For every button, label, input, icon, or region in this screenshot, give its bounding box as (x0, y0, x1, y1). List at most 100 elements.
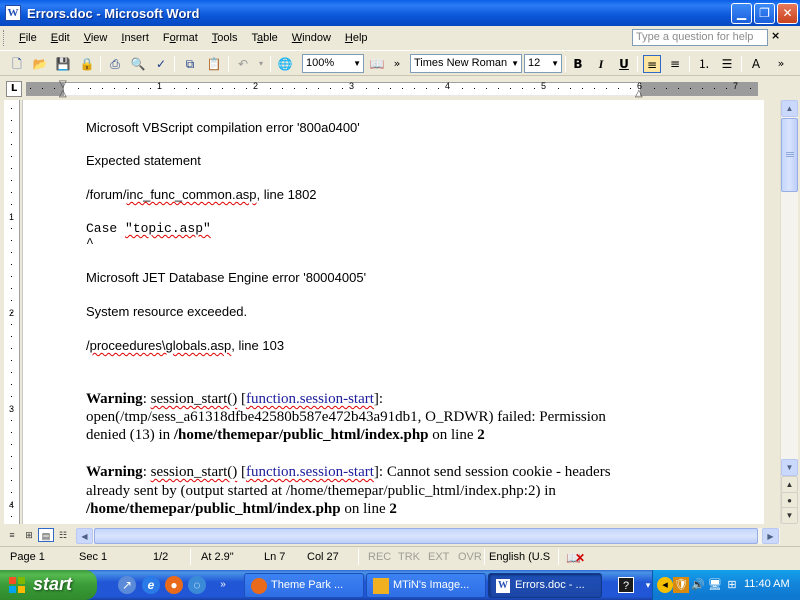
print-layout-icon[interactable]: ▤ (38, 528, 54, 542)
save-icon[interactable]: 💾 (54, 55, 72, 73)
spelling-icon[interactable]: ✓ (152, 55, 170, 73)
status-rec[interactable]: REC (368, 551, 391, 563)
next-page-icon[interactable]: ▼ (781, 507, 798, 524)
zoom-select[interactable]: 100% ▼ (302, 54, 364, 73)
underline-button[interactable]: U (615, 55, 633, 73)
scroll-up-icon[interactable]: ▲ (781, 100, 798, 117)
outline-view-icon[interactable]: ☷ (55, 528, 71, 542)
scroll-left-icon[interactable]: ◀ (76, 528, 93, 544)
toolbar-separator (689, 56, 690, 72)
print-preview-icon[interactable]: 🔍 (129, 55, 147, 73)
undo-icon[interactable]: ↶ (234, 55, 252, 73)
ruler-tick (114, 88, 115, 89)
start-button[interactable]: start (0, 570, 97, 600)
hyperlink-icon[interactable]: 🌐 (276, 55, 294, 73)
toolbar-separator (741, 56, 742, 72)
toolbar-overflow-icon[interactable]: » (772, 55, 790, 73)
shield-icon[interactable]: ◂ (657, 577, 673, 593)
bold-button[interactable]: B (569, 55, 587, 73)
menu-view[interactable]: View (77, 32, 115, 44)
title-bar[interactable]: W Errors.doc - Microsoft Word ▁ ❐ ✕ (0, 0, 800, 26)
messenger-icon[interactable]: ◌ (188, 576, 206, 594)
status-trk[interactable]: TRK (398, 551, 420, 563)
web-layout-icon[interactable]: ⊞ (21, 528, 37, 542)
read-mode-icon[interactable]: 📖 (368, 55, 386, 73)
internet-explorer-icon[interactable]: e (142, 576, 160, 594)
vertical-ruler[interactable]: 1 2 3 4 (4, 100, 20, 524)
close-document-icon[interactable]: × (771, 29, 780, 42)
menu-table[interactable]: Table (244, 32, 284, 44)
menu-grip[interactable] (3, 30, 6, 46)
font-size-select[interactable]: 12 ▼ (524, 54, 562, 73)
open-folder-icon[interactable]: 📂 (31, 55, 49, 73)
doc-line: Microsoft JET Database Engine error '800… (86, 270, 367, 285)
vertical-ruler-tick (11, 252, 12, 253)
document-area[interactable]: Microsoft VBScript compilation error '80… (22, 100, 764, 524)
right-indent-marker-icon[interactable]: △ (635, 88, 643, 99)
toolbar-overflow-icon[interactable]: » (388, 55, 406, 73)
italic-button[interactable]: I (592, 55, 610, 73)
paste-icon[interactable]: 📋 (205, 55, 223, 73)
word-app-icon[interactable]: W (5, 5, 21, 21)
doc-line: Expected statement (86, 153, 201, 168)
scroll-down-icon[interactable]: ▼ (781, 459, 798, 476)
status-ext[interactable]: EXT (428, 551, 449, 563)
clock[interactable]: 11:40 AM (744, 578, 790, 590)
show-desktop-icon[interactable]: ↗ (118, 576, 136, 594)
minimize-button[interactable]: ▁ (731, 3, 752, 24)
styles-icon[interactable]: A (747, 55, 765, 73)
function-link[interactable]: function.session-start (246, 464, 374, 480)
ask-question-input[interactable]: Type a question for help (632, 29, 768, 46)
taskbar-item-firefox[interactable]: Theme Park ... (244, 573, 364, 598)
print-icon[interactable]: ⎙ (106, 55, 124, 73)
vertical-ruler-number: 2 (9, 308, 15, 318)
taskbar-item-word[interactable]: W Errors.doc - ... (488, 573, 602, 598)
status-ovr[interactable]: OVR (458, 551, 482, 563)
bullets-icon[interactable]: ☰ (718, 55, 736, 73)
quicklaunch-overflow-icon[interactable]: » (214, 576, 232, 594)
ruler-tick (462, 88, 463, 89)
new-document-icon[interactable]: 🗋 (8, 55, 26, 73)
previous-page-icon[interactable]: ▲ (781, 476, 798, 493)
vertical-scroll-thumb[interactable] (781, 118, 798, 192)
font-name-select[interactable]: Times New Roman ▼ (410, 54, 522, 73)
permission-icon[interactable]: 🔒 (78, 55, 96, 73)
warning-line: /home/themepar/public_html/index.php on … (86, 501, 397, 517)
normal-view-icon[interactable]: ≡ (4, 528, 20, 542)
menu-insert[interactable]: Insert (114, 32, 156, 44)
align-left-icon[interactable]: ≡ (643, 55, 661, 73)
undo-dropdown-icon[interactable]: ▾ (252, 55, 270, 73)
ruler-tick (390, 88, 391, 89)
horizontal-scroll-thumb[interactable] (94, 528, 758, 544)
spelling-status-icon[interactable]: 📖✕ (566, 551, 585, 565)
restore-button[interactable]: ❐ (754, 3, 775, 24)
align-center-icon[interactable]: ≡ (666, 55, 684, 73)
copy-icon[interactable]: ⧉ (181, 55, 199, 73)
menu-tools[interactable]: Tools (205, 32, 245, 44)
close-button[interactable]: ✕ (777, 3, 798, 24)
tab-selector[interactable]: L (6, 81, 22, 97)
vertical-ruler-tick (11, 396, 12, 397)
vertical-scrollbar[interactable]: ▲ ▼ ▲ ● ▼ (780, 100, 798, 524)
indent-marker-icon[interactable]: ▽ △ (59, 80, 67, 99)
help-tray-icon[interactable]: ? (618, 577, 634, 593)
numbering-icon[interactable]: ⒈ (695, 55, 713, 73)
security-icon[interactable]: 🛡 (673, 577, 689, 593)
display-icon[interactable]: 🖥 (707, 577, 723, 593)
menu-format[interactable]: Format (156, 32, 205, 44)
document-page[interactable]: Microsoft VBScript compilation error '80… (43, 100, 763, 524)
taskbar-item-image[interactable]: MTiN's Image... (366, 573, 486, 598)
menu-window[interactable]: Window (285, 32, 338, 44)
menu-help[interactable]: Help (338, 32, 375, 44)
network-icon[interactable]: ⊞ (724, 577, 740, 593)
menu-edit[interactable]: Edit (44, 32, 77, 44)
menu-file[interactable]: File (12, 32, 44, 44)
volume-icon[interactable]: 🔊 (690, 577, 706, 593)
scroll-right-icon[interactable]: ▶ (762, 528, 779, 544)
function-link[interactable]: function.session-start (246, 391, 374, 407)
vertical-ruler-tick (11, 228, 12, 229)
firefox-icon[interactable]: ● (165, 576, 183, 594)
ruler-tick (42, 88, 43, 89)
horizontal-scrollbar[interactable]: ◀ ▶ (76, 528, 780, 544)
toolbar-separator (637, 56, 638, 72)
